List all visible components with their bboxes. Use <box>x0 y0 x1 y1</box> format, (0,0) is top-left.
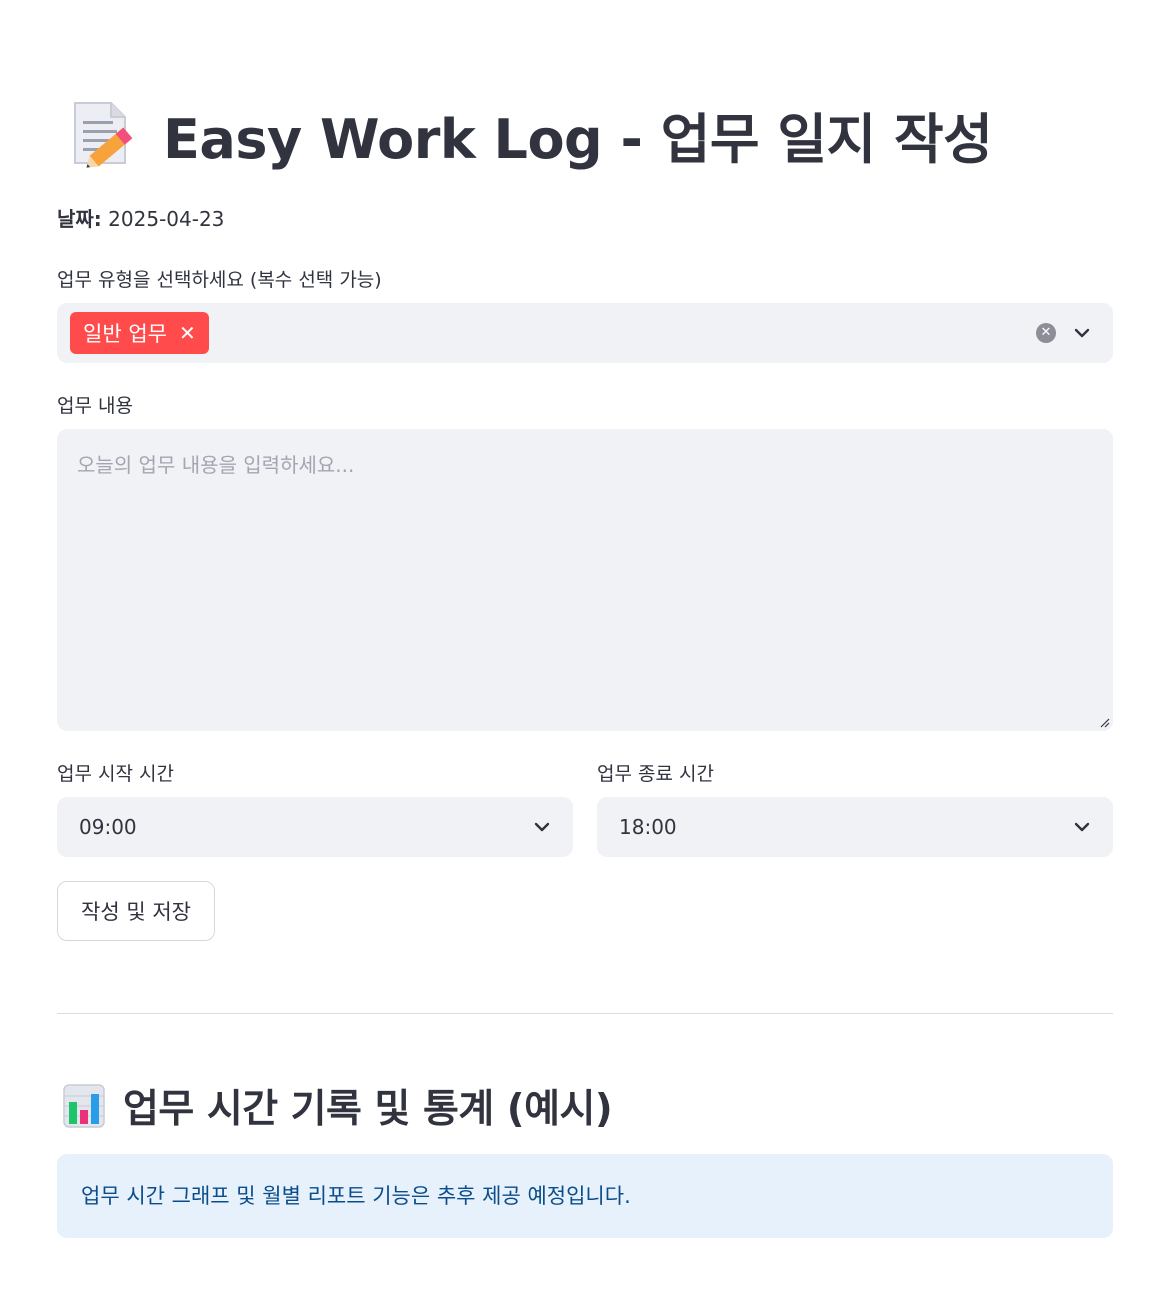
end-time-value: 18:00 <box>619 815 677 839</box>
page-title-text: Easy Work Log - 업무 일지 작성 <box>163 107 993 171</box>
work-content-textarea[interactable] <box>57 429 1113 731</box>
info-alert-text: 업무 시간 그래프 및 월별 리포트 기능은 추후 제공 예정입니다. <box>81 1184 631 1208</box>
date-label: 날짜: <box>57 207 102 231</box>
clear-all-icon[interactable]: ✕ <box>1036 323 1056 343</box>
end-time-select[interactable]: 18:00 <box>597 797 1113 857</box>
stats-section-title-text: 업무 시간 기록 및 통계 (예시) <box>123 1087 613 1132</box>
remove-tag-icon[interactable]: ✕ <box>179 323 196 343</box>
work-type-label: 업무 유형을 선택하세요 (복수 선택 가능) <box>57 269 382 291</box>
end-time-label: 업무 종료 시간 <box>597 763 714 785</box>
chevron-down-icon[interactable] <box>1072 817 1092 837</box>
bar-chart-icon <box>63 1084 105 1128</box>
info-alert: 업무 시간 그래프 및 월별 리포트 기능은 추후 제공 예정입니다. <box>57 1154 1113 1238</box>
chevron-down-icon[interactable] <box>532 817 552 837</box>
chevron-down-icon[interactable] <box>1072 323 1092 343</box>
start-time-select[interactable]: 09:00 <box>57 797 573 857</box>
stats-section-title: 업무 시간 기록 및 통계 (예시) <box>63 1078 613 1134</box>
work-type-multiselect[interactable]: 일반 업무 ✕ ✕ <box>57 303 1113 363</box>
start-time-value: 09:00 <box>79 815 137 839</box>
start-time-label: 업무 시작 시간 <box>57 763 174 785</box>
resize-handle-icon[interactable] <box>1098 716 1110 728</box>
save-button[interactable]: 작성 및 저장 <box>57 881 215 941</box>
divider <box>57 1013 1113 1014</box>
date-line: 날짜: 2025-04-23 <box>57 203 224 232</box>
memo-icon <box>74 102 133 168</box>
work-content-label: 업무 내용 <box>57 395 133 417</box>
date-value: 2025-04-23 <box>108 207 225 231</box>
selected-tag-general-work: 일반 업무 ✕ <box>70 312 209 354</box>
selected-tag-label: 일반 업무 <box>83 322 167 346</box>
page-title: Easy Work Log - 업무 일지 작성 <box>71 94 993 174</box>
